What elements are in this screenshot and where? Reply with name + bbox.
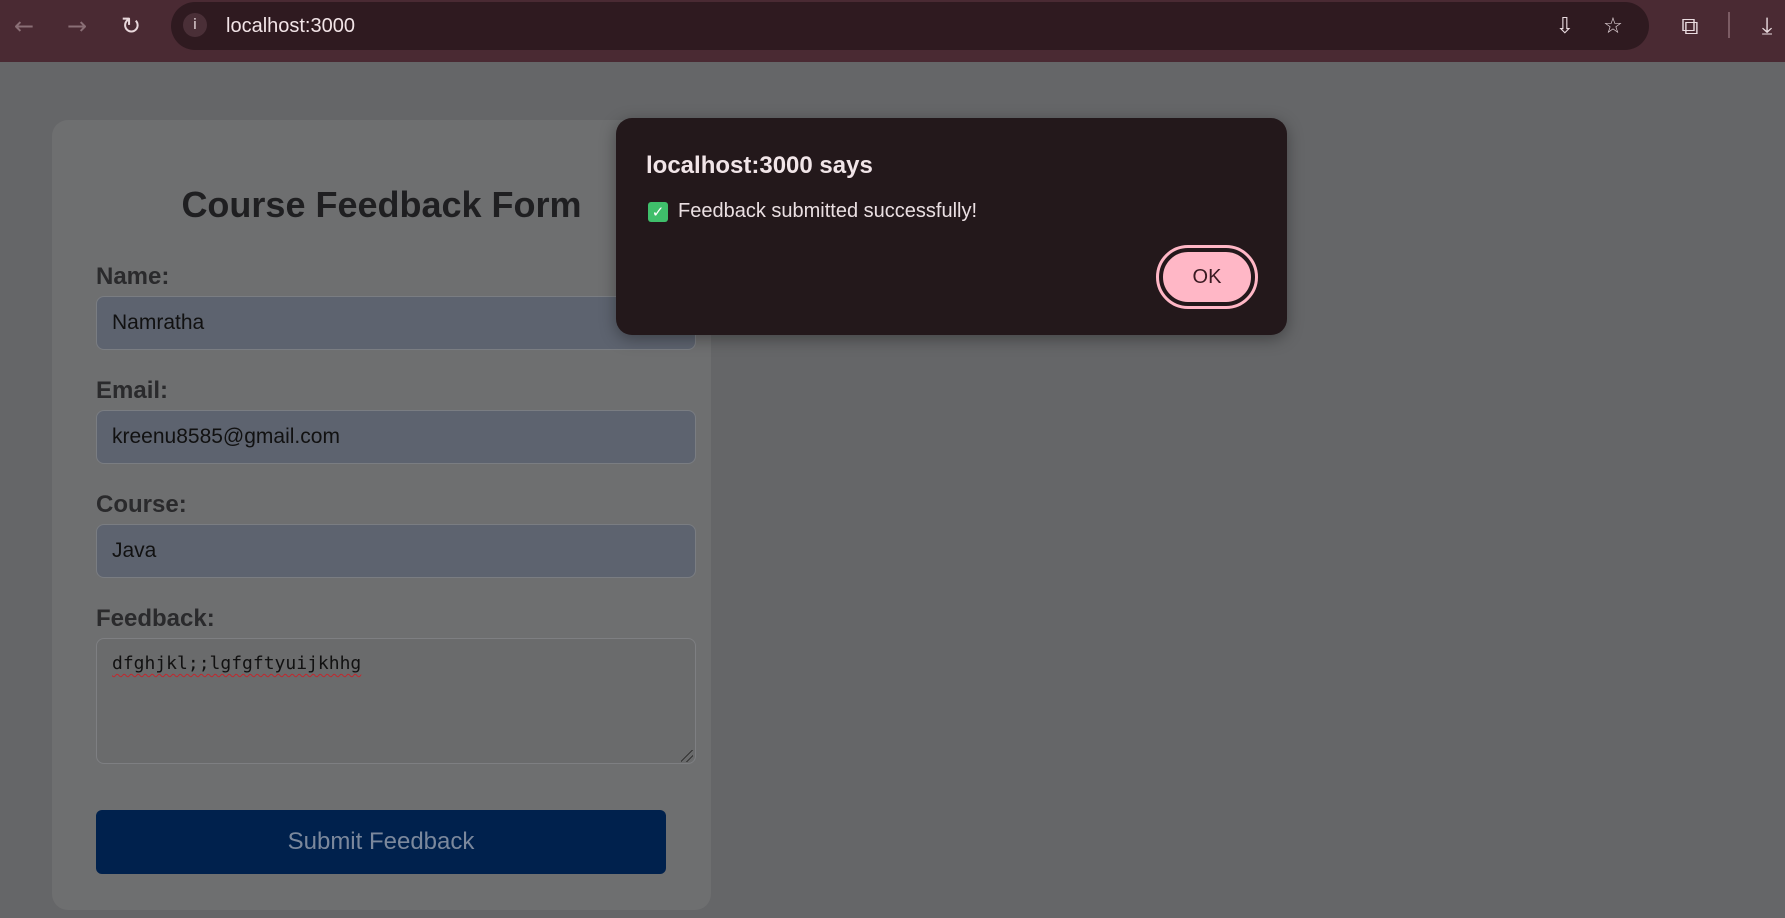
forward-button[interactable]: → xyxy=(59,8,95,44)
toolbar-divider xyxy=(1728,12,1730,38)
dialog-title: localhost:3000 says xyxy=(646,152,873,179)
page-content: Course Feedback Form Name: Email: Course… xyxy=(0,62,1785,918)
arrow-right-icon: → xyxy=(66,12,88,40)
email-field[interactable] xyxy=(96,410,696,464)
checkmark-icon: ✓ xyxy=(648,202,668,222)
puzzle-icon[interactable]: ⧉ xyxy=(1672,8,1708,44)
install-app-icon[interactable]: ⇩ xyxy=(1551,12,1579,40)
address-bar-url[interactable]: localhost:3000 xyxy=(226,15,355,38)
reload-icon: ↻ xyxy=(120,12,142,40)
email-label: Email: xyxy=(96,377,169,404)
back-button[interactable]: ← xyxy=(6,8,42,44)
download-icon[interactable]: ⤓ xyxy=(1749,8,1785,44)
star-icon[interactable]: ☆ xyxy=(1599,12,1627,40)
resize-handle[interactable] xyxy=(681,750,693,762)
feedback-textarea[interactable]: dfghjkl;;lgfgftyuijkhhg xyxy=(96,638,696,764)
dialog-message: Feedback submitted successfully! xyxy=(678,200,978,222)
ok-button[interactable]: OK xyxy=(1156,245,1258,309)
course-label: Course: xyxy=(96,491,187,518)
page-title: Course Feedback Form xyxy=(181,184,582,225)
reload-button[interactable]: ↻ xyxy=(113,8,149,44)
info-icon[interactable]: i xyxy=(183,13,207,37)
feedback-label: Feedback: xyxy=(96,605,215,632)
arrow-left-icon: ← xyxy=(13,12,35,40)
name-field[interactable] xyxy=(96,296,696,350)
alert-dialog: localhost:3000 says ✓ Feedback submitted… xyxy=(616,118,1287,335)
submit-feedback-button[interactable]: Submit Feedback xyxy=(96,810,666,874)
feedback-form-card: Course Feedback Form Name: Email: Course… xyxy=(52,120,711,910)
browser-toolbar: ← → ↻ i localhost:3000 ⇩ ☆ ⧉ ⤓ xyxy=(0,0,1785,62)
address-bar[interactable]: i localhost:3000 ⇩ ☆ xyxy=(171,2,1649,50)
course-field[interactable] xyxy=(96,524,696,578)
name-label: Name: xyxy=(96,263,170,290)
